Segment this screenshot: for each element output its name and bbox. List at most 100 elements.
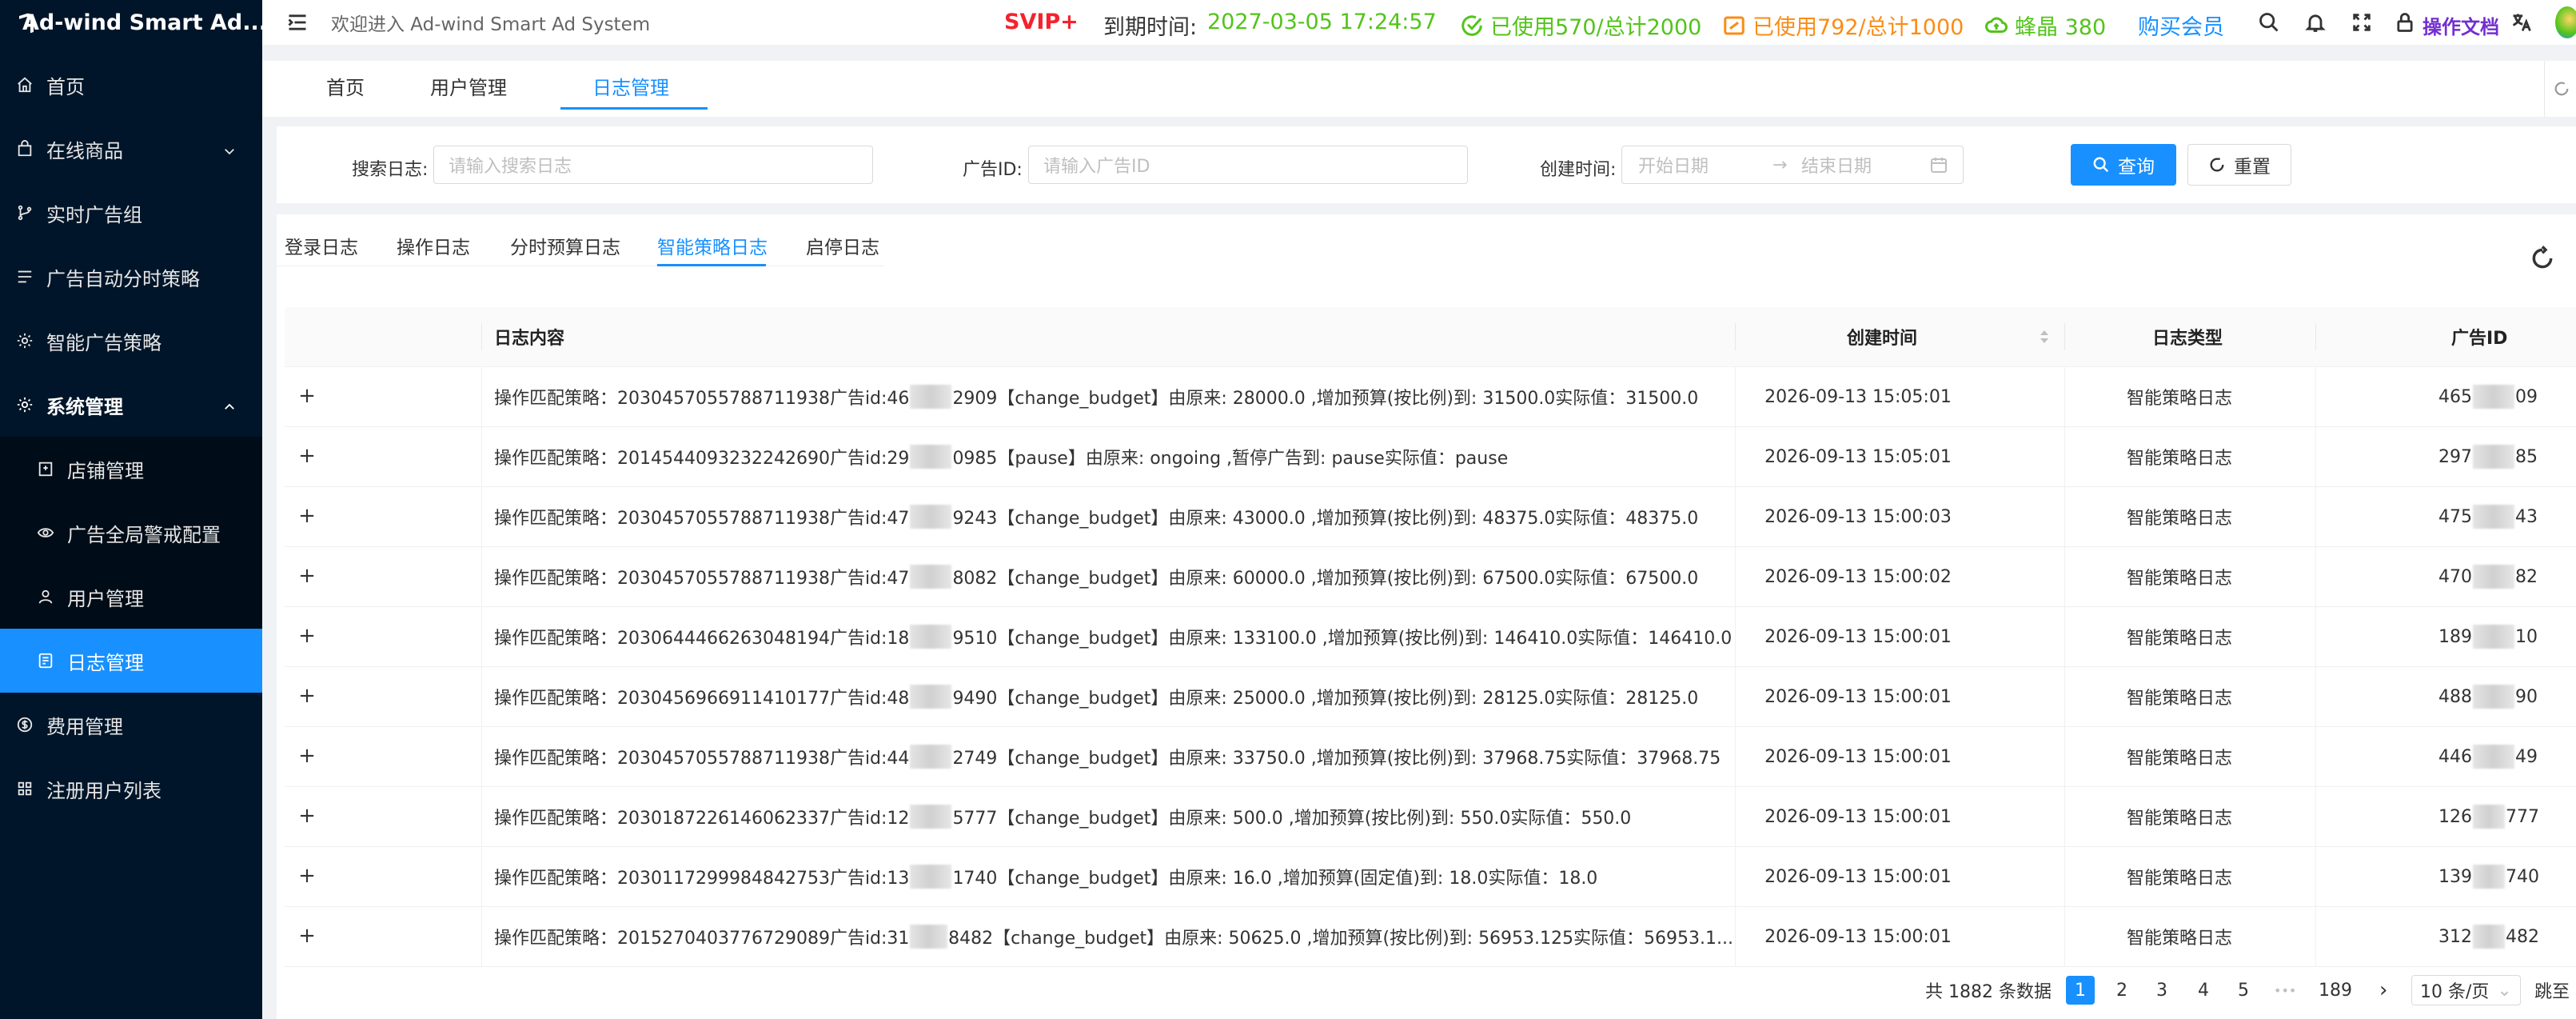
expand-row-button[interactable]: + <box>297 925 317 946</box>
tab-start-stop-log[interactable]: 启停日志 <box>806 232 879 259</box>
page-1-button[interactable]: 1 <box>2066 976 2095 1005</box>
redacted-mask <box>2473 565 2514 589</box>
sidebar-item-alert-config[interactable]: 广告全局警戒配置 <box>0 501 262 565</box>
tag-home[interactable]: 首页 <box>326 72 365 100</box>
tab-schedule-budget-log[interactable]: 分时预算日志 <box>510 232 620 259</box>
redacted-mask <box>2473 505 2514 529</box>
tag-log-management[interactable]: 日志管理 <box>592 72 669 100</box>
ad-id-cell: 312 482 <box>2435 907 2576 966</box>
tab-smart-strategy-log[interactable]: 智能策略日志 <box>657 232 768 259</box>
sidebar-item-users[interactable]: 用户管理 <box>0 565 262 629</box>
date-range-picker[interactable]: 开始日期 → 结束日期 <box>1621 146 1964 184</box>
page-ellipsis[interactable]: ••• <box>2274 976 2296 1005</box>
sort-icon[interactable] <box>2038 328 2051 346</box>
brand[interactable]: Ad-wind Smart Ad... <box>0 0 267 45</box>
ad-id-placeholder: 请输入广告ID <box>1043 157 1150 177</box>
arrow-right-icon: → <box>1772 154 1788 175</box>
home-icon <box>14 74 35 95</box>
page-last-button[interactable]: 189 <box>2319 976 2352 1005</box>
log-content-text: 8482【change_budget】由原来: 50625.0 ,增加预算(按比… <box>948 929 1733 949</box>
page-2-button[interactable]: 2 <box>2107 976 2136 1005</box>
create-time-cell: 2026-09-13 15:00:01 <box>1765 806 1952 827</box>
expand-row-button[interactable]: + <box>297 745 317 766</box>
redacted-mask <box>910 505 952 529</box>
tab-operation-log[interactable]: 操作日志 <box>397 232 470 259</box>
create-time-cell: 2026-09-13 15:05:01 <box>1765 446 1952 467</box>
fullscreen-icon[interactable] <box>2351 11 2373 34</box>
tag-user-management[interactable]: 用户管理 <box>430 72 507 100</box>
translate-icon[interactable] <box>2510 11 2533 34</box>
search-icon[interactable] <box>2258 11 2280 34</box>
ad-id-cell: 488 90 <box>2435 667 2576 726</box>
tags-bar-refresh[interactable] <box>2544 61 2576 117</box>
page-5-button[interactable]: 5 <box>2229 976 2258 1005</box>
sidebar-item-logs[interactable]: 日志管理 <box>0 629 262 693</box>
ad-id-text: 85 <box>2515 446 2538 467</box>
log-content-text: 操作匹配策略：2030457055788711938广告id:47 <box>494 569 910 589</box>
col-divider <box>2064 323 2065 350</box>
sidebar-item-registered-users[interactable]: 注册用户列表 <box>0 757 262 821</box>
sidebar-item-auto-schedule[interactable]: 广告自动分时策略 <box>0 245 262 309</box>
ad-id-input[interactable]: 请输入广告ID <box>1028 146 1468 184</box>
ad-id-text: 482 <box>2506 926 2539 947</box>
expand-row-button[interactable]: + <box>297 565 317 586</box>
sidebar-item-label: 注册用户列表 <box>46 779 161 802</box>
page-size-select[interactable]: 10 条/页 ⌄ <box>2411 975 2521 1005</box>
header-create-time[interactable]: 创建时间 <box>1738 307 2026 366</box>
usage-quota-1: 已使用570/总计2000 <box>1460 10 1701 41</box>
sidebar-item-online-products[interactable]: 在线商品 <box>0 117 262 181</box>
reset-button[interactable]: 重置 <box>2187 144 2291 186</box>
redacted-mask <box>910 445 952 469</box>
log-content-text: 操作匹配策略：2030457055788711938广告id:44 <box>494 749 910 769</box>
expand-row-button[interactable]: + <box>297 446 317 466</box>
expand-row-button[interactable]: + <box>297 386 317 406</box>
table-reload-icon[interactable] <box>2530 246 2555 271</box>
sidebar-item-label: 费用管理 <box>46 715 123 738</box>
gear-icon <box>14 330 35 351</box>
header-ad-id: 广告ID <box>2451 329 2508 349</box>
bell-icon[interactable] <box>2304 11 2327 34</box>
query-button[interactable]: 查询 <box>2071 144 2176 186</box>
sidebar-item-realtime-adgroup[interactable]: 实时广告组 <box>0 181 262 245</box>
ad-id-text: 139 <box>2438 866 2472 887</box>
tab-login-log[interactable]: 登录日志 <box>285 232 358 259</box>
buy-membership-link[interactable]: 购买会员 <box>2138 10 2224 41</box>
end-date-placeholder: 结束日期 <box>1801 157 1872 177</box>
list-icon <box>14 266 35 287</box>
sidebar-item-system[interactable]: 系统管理 <box>0 373 262 437</box>
expand-row-button[interactable]: + <box>297 805 317 826</box>
log-content-text: 操作匹配策略：2030117299984842753广告id:13 <box>494 869 910 889</box>
table-row: + 操作匹配策略：2030457055788711938广告id:47 9243【… <box>285 487 2576 547</box>
table-row: + 操作匹配策略：2030457055788711938广告id:47 8082【… <box>285 547 2576 607</box>
expand-row-button[interactable]: + <box>297 865 317 886</box>
page-3-button[interactable]: 3 <box>2147 976 2176 1005</box>
log-search-input[interactable]: 请输入搜索日志 <box>433 146 873 184</box>
usage-quota-1-text: 已使用570/总计2000 <box>1490 15 1702 40</box>
menu-fold-icon[interactable] <box>286 11 309 34</box>
log-content-text: 9243【change_budget】由原来: 43000.0 ,增加预算(按比… <box>952 509 1699 529</box>
redacted-mask <box>910 385 952 409</box>
sidebar-item-label: 系统管理 <box>46 395 123 418</box>
redacted-mask <box>2473 925 2505 949</box>
next-page-icon[interactable]: › <box>2379 976 2387 1005</box>
system-submenu: 店铺管理 广告全局警戒配置 用户管理 日志管理 <box>0 437 262 693</box>
avatar[interactable] <box>2555 6 2576 38</box>
ad-id-cell: 126 777 <box>2435 787 2576 846</box>
expand-row-button[interactable]: + <box>297 625 317 646</box>
expand-row-button[interactable]: + <box>297 506 317 526</box>
edit-square-icon <box>1724 16 1745 34</box>
expand-row-button[interactable]: + <box>297 685 317 706</box>
lock-icon[interactable] <box>2394 11 2416 34</box>
sidebar-item-billing[interactable]: 费用管理 <box>0 693 262 757</box>
sidebar-item-shop[interactable]: 店铺管理 <box>0 437 262 501</box>
header-log-type: 日志类型 <box>2151 329 2223 349</box>
sidebar-item-smart-strategy[interactable]: 智能广告策略 <box>0 309 262 373</box>
page-4-button[interactable]: 4 <box>2189 976 2218 1005</box>
sidebar-item-home[interactable]: 首页 <box>0 53 262 117</box>
log-content-text: 操作匹配策略：2030187226146062337广告id:12 <box>494 809 910 829</box>
docs-link[interactable]: 操作文档 <box>2422 11 2499 39</box>
create-time-label: 创建时间: <box>1540 160 1617 180</box>
create-time-cell: 2026-09-13 15:00:01 <box>1765 626 1952 647</box>
reload-icon <box>2210 158 2224 172</box>
redacted-mask <box>2473 805 2505 829</box>
